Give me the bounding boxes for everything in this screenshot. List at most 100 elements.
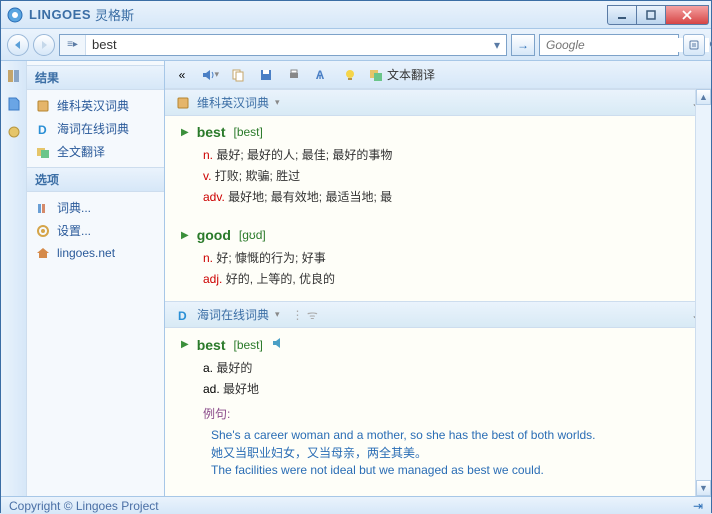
forward-button[interactable]	[33, 34, 55, 56]
entry: ▶ best [best] a. 最好的 ad. 最好地 例句: She's a…	[165, 328, 711, 489]
search-box: ≡▸ ▾	[59, 34, 507, 56]
def-text: 好; 慷慨的行为; 好事	[216, 251, 325, 265]
entry: ▶ good [gʊd] n. 好; 慷慨的行为; 好事 adj. 好的, 上等…	[165, 219, 711, 301]
search-go-button[interactable]: →	[511, 34, 535, 56]
left-content: 结果 维科英汉词典 D 海词在线词典 全文翻译 选项	[27, 61, 164, 496]
entry-word: best	[197, 124, 226, 140]
d-icon: D	[35, 121, 51, 137]
dict-block-vicon: 维科英汉词典 ▾ ⌄ ▶ best [best] n. 最好; 最好的人; 最佳…	[165, 89, 711, 301]
svg-text:D: D	[38, 123, 47, 136]
copy-icon[interactable]	[229, 66, 247, 84]
print-icon[interactable]	[285, 66, 303, 84]
main-area: 结果 维科英汉词典 D 海词在线词典 全文翻译 选项	[1, 61, 711, 496]
play-icon[interactable]: ▶	[181, 339, 189, 350]
copyright-text: Copyright © Lingoes Project	[9, 499, 159, 513]
pos-label: v.	[203, 169, 211, 183]
sidebar-item-settings[interactable]: 设置...	[27, 219, 164, 242]
dict-name: 海词在线词典	[197, 306, 269, 323]
sidebar-item-label: 维科英汉词典	[57, 97, 129, 114]
content-area[interactable]: 维科英汉词典 ▾ ⌄ ▶ best [best] n. 最好; 最好的人; 最佳…	[165, 89, 711, 496]
def-text: 最好地; 最有效地; 最适当地; 最	[228, 190, 392, 204]
content-toolbar: « ▾ Ѧ 文本翻译	[165, 61, 711, 89]
find-icon[interactable]: Ѧ	[313, 66, 331, 84]
example-label: 例句:	[181, 399, 695, 426]
search-dropdown-icon[interactable]: ▾	[488, 35, 506, 55]
section-options-header: 选项	[27, 167, 164, 192]
sidebar-item-label: 设置...	[57, 222, 91, 239]
svg-text:Ѧ: Ѧ	[315, 68, 325, 82]
text-translate-button[interactable]: 文本翻译	[369, 66, 435, 83]
pos-label: a.	[203, 361, 213, 375]
def-text: 最好的	[216, 361, 252, 375]
minimize-button[interactable]	[607, 5, 637, 25]
section-results-header: 结果	[27, 65, 164, 90]
pin-icon[interactable]: ⇥	[693, 499, 703, 513]
scroll-down-icon[interactable]: ▼	[696, 480, 711, 496]
window-controls	[608, 5, 709, 25]
example-cn: 她又当职业妇女，又当母亲，两全其美。	[181, 442, 695, 461]
book-icon	[35, 98, 51, 114]
app-title-cn: 灵格斯	[95, 5, 134, 24]
search-input[interactable]	[86, 35, 488, 55]
pos-label: n.	[203, 251, 213, 265]
sidebar-item-dictionaries[interactable]: 词典...	[27, 196, 164, 219]
statusbar: Copyright © Lingoes Project ⇥	[1, 496, 711, 514]
book-icon	[175, 95, 191, 111]
entry-phonetic: [best]	[234, 338, 263, 352]
sidebar-item-fulltext[interactable]: 全文翻译	[27, 140, 164, 163]
bulb-icon[interactable]	[341, 66, 359, 84]
translate-icon	[35, 144, 51, 160]
speaker-icon[interactable]	[271, 336, 285, 353]
dict-header[interactable]: 维科英汉词典 ▾ ⌄	[165, 89, 711, 116]
entry-phonetic: [gʊd]	[239, 228, 266, 242]
sidebar-item-label: 海词在线词典	[57, 120, 129, 137]
sidebar-item-dict-vicon[interactable]: 维科英汉词典	[27, 94, 164, 117]
tab-appendix-icon[interactable]	[5, 123, 23, 141]
main-toolbar: ≡▸ ▾ → ▾	[1, 29, 711, 61]
def-text: 最好; 最好的人; 最佳; 最好的事物	[216, 148, 392, 162]
svg-text:D: D	[178, 309, 187, 322]
titlebar: LINGOES 灵格斯	[1, 1, 711, 29]
web-search-box: ▾	[539, 34, 679, 56]
back-button[interactable]	[7, 34, 29, 56]
app-title-brand: LINGOES	[29, 7, 91, 22]
collapse-left-icon[interactable]: «	[173, 66, 191, 84]
def-text: 好的, 上等的, 优良的	[226, 272, 335, 286]
pos-label: adv.	[203, 190, 225, 204]
maximize-button[interactable]	[636, 5, 666, 25]
play-icon[interactable]: ▶	[181, 127, 189, 138]
dict-header[interactable]: D 海词在线词典 ▾ ⋮ ᯤ ⌄	[165, 301, 711, 328]
save-icon[interactable]	[257, 66, 275, 84]
dict-block-haici: D 海词在线词典 ▾ ⋮ ᯤ ⌄ ▶ best [best] a. 最好的 ad	[165, 301, 711, 489]
scrollbar[interactable]: ▲ ▼	[695, 89, 711, 496]
close-button[interactable]	[665, 5, 709, 25]
pos-label: adj.	[203, 272, 222, 286]
def-text: 打败; 欺骗; 胜过	[215, 169, 300, 183]
sidebar-item-label: 词典...	[57, 199, 91, 216]
example-en: She's a career woman and a mother, so sh…	[181, 426, 695, 442]
speaker-icon[interactable]: ▾	[201, 66, 219, 84]
entry-word: best	[197, 337, 226, 353]
example-en: The facilities were not ideal but we man…	[181, 461, 695, 477]
sidebar-item-dict-haici[interactable]: D 海词在线词典	[27, 117, 164, 140]
def-text: 最好地	[223, 382, 259, 396]
entry-phonetic: [best]	[234, 125, 263, 139]
left-tabs	[1, 61, 27, 496]
wifi-icon: ⋮ ᯤ	[292, 306, 318, 323]
books-icon	[35, 200, 51, 216]
gear-icon	[35, 223, 51, 239]
menu-button[interactable]	[683, 34, 705, 56]
dict-name: 维科英汉词典	[197, 94, 269, 111]
right-panel: « ▾ Ѧ 文本翻译 维科英汉词典 ▾ ⌄	[165, 61, 711, 496]
tab-guide-icon[interactable]	[5, 95, 23, 113]
search-mode-icon[interactable]: ≡▸	[60, 35, 86, 55]
play-icon[interactable]: ▶	[181, 230, 189, 241]
tab-index-icon[interactable]	[5, 67, 23, 85]
scroll-up-icon[interactable]: ▲	[696, 89, 711, 105]
home-icon	[35, 245, 51, 261]
app-logo-icon	[7, 7, 23, 23]
sidebar-item-website[interactable]: lingoes.net	[27, 242, 164, 264]
sidebar-item-label: lingoes.net	[57, 246, 115, 260]
entry-word: good	[197, 227, 231, 243]
pos-label: n.	[203, 148, 213, 162]
